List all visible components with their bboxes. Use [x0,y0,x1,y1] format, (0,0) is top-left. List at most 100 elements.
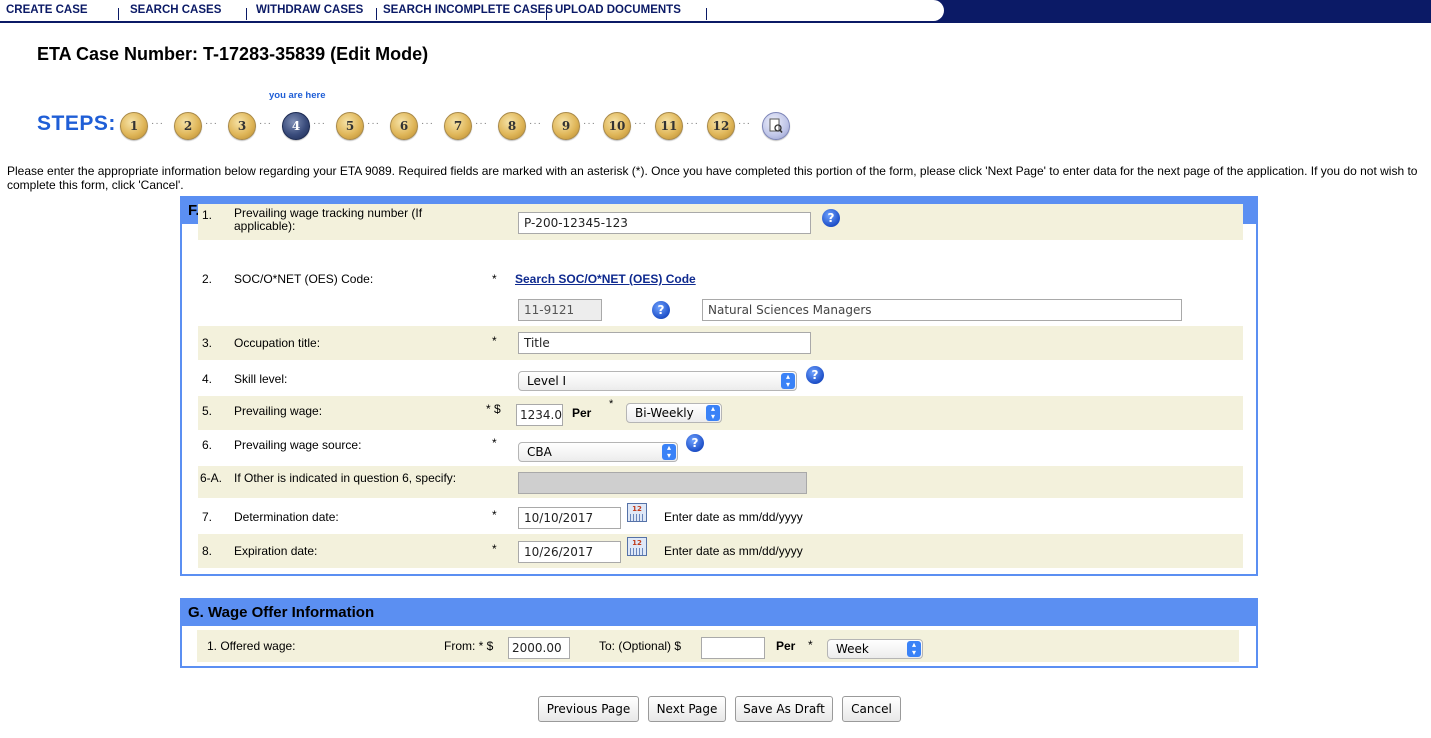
per-label: Per [572,406,592,420]
step-connector: ··· [313,118,326,129]
prevailing-wage-input[interactable]: 1234.0 [516,404,563,426]
calendar-icon[interactable]: 12 [627,503,647,522]
soc-code-label: SOC/O*NET (OES) Code: [234,272,374,286]
next-page-button[interactable]: Next Page [648,696,726,722]
wage-source-label: Prevailing wage source: [234,438,362,452]
you-are-here-label: you are here [269,90,326,101]
skill-level-label: Skill level: [234,372,288,386]
row-determination-date: 7. Determination date: * 10/10/2017 12 E… [198,500,1243,534]
row-other-source: 6-A. If Other is indicated in question 6… [198,466,1243,498]
step-8-button[interactable]: 8 [498,112,526,140]
offer-period-select[interactable]: Week ▴ ▾ [827,639,923,659]
step-connector: ··· [151,118,164,129]
nav-create-case[interactable]: CREATE CASE [6,4,88,16]
question-number: 2. [202,272,213,286]
help-icon[interactable]: ? [686,434,704,452]
expiration-date-input[interactable]: 10/26/2017 [518,541,621,563]
step-2-button[interactable]: 2 [174,112,202,140]
question-number: 4. [202,372,213,386]
determination-date-input[interactable]: 10/10/2017 [518,507,621,529]
required-asterisk: * [492,272,497,286]
step-7-button[interactable]: 7 [444,112,472,140]
instructions-text: Please enter the appropriate information… [7,164,1418,192]
occupation-title-input[interactable]: Title [518,332,811,354]
nav-separator [246,8,247,20]
wage-period-value: Bi-Weekly [635,406,694,420]
step-10-button[interactable]: 10 [603,112,631,140]
soc-code-field: 11-9121 [518,299,602,321]
skill-level-select[interactable]: Level I ▴ ▾ [518,371,797,391]
top-navigation-bar: CREATE CASE SEARCH CASES WITHDRAW CASES … [0,0,1431,23]
step-connector: ··· [634,118,647,129]
step-connector: ··· [529,118,542,129]
wage-to-label: To: (Optional) $ [599,639,682,653]
step-connector: ··· [738,118,751,129]
help-icon[interactable]: ? [822,209,840,227]
date-format-hint: Enter date as mm/dd/yyyy [664,544,803,558]
step-3-button[interactable]: 3 [228,112,256,140]
row-tracking-number: 1. Prevailing wage tracking number (If a… [198,204,1243,240]
step-11-button[interactable]: 11 [655,112,683,140]
steps-label: STEPS: [37,112,116,135]
question-number: 6. [202,438,213,452]
step-connector: ··· [259,118,272,129]
step-1-button[interactable]: 1 [120,112,148,140]
step-connector: ··· [421,118,434,129]
chevron-up-down-icon: ▴ ▾ [781,373,795,389]
date-format-hint: Enter date as mm/dd/yyyy [664,510,803,524]
tracking-number-label: Prevailing wage tracking number (If appl… [234,206,423,233]
help-icon[interactable]: ? [806,366,824,384]
section-g-panel: G. Wage Offer Information 1. Offered wag… [180,598,1258,668]
question-number: 1. [202,208,213,222]
prevailing-wage-label: Prevailing wage: [234,404,323,418]
step-connector: ··· [367,118,380,129]
cancel-button[interactable]: Cancel [842,696,901,722]
step-4-current[interactable]: 4 [282,112,310,140]
row-soc-code: 2. SOC/O*NET (OES) Code: * Search SOC/O*… [198,240,1243,322]
question-number: 8. [202,544,213,558]
step-12-button[interactable]: 12 [707,112,735,140]
occupation-code-title-field: Natural Sciences Managers [702,299,1182,321]
other-source-input[interactable] [518,472,807,494]
nav-search-incomplete-cases[interactable]: SEARCH INCOMPLETE CASES [383,4,553,16]
step-9-button[interactable]: 9 [552,112,580,140]
skill-level-value: Level I [527,374,567,388]
tracking-number-input[interactable]: P-200-12345-123 [518,212,811,234]
required-asterisk: * [808,638,813,652]
expiration-date-label: Expiration date: [234,544,318,558]
previous-page-button[interactable]: Previous Page [538,696,639,722]
required-asterisk: * [492,542,497,556]
step-6-button[interactable]: 6 [390,112,418,140]
review-document-icon[interactable] [762,112,790,140]
search-soc-code-link[interactable]: Search SOC/O*NET (OES) Code [515,272,696,286]
step-5-button[interactable]: 5 [336,112,364,140]
nav-upload-documents[interactable]: UPLOAD DOCUMENTS [555,4,681,16]
step-connector: ··· [205,118,218,129]
save-as-draft-button[interactable]: Save As Draft [735,696,833,722]
required-asterisk: * [609,398,614,410]
step-connector: ··· [686,118,699,129]
nav-withdraw-cases[interactable]: WITHDRAW CASES [256,4,363,16]
step-connector: ··· [475,118,488,129]
section-f-panel: F. Prevailing Wage Information (as provi… [180,196,1258,576]
row-offered-wage: 1. Offered wage: From: * $ 2000.00 To: (… [197,630,1239,662]
page-title: ETA Case Number: T-17283-35839 (Edit Mod… [37,44,429,64]
calendar-icon[interactable]: 12 [627,537,647,556]
nav-separator [118,8,119,20]
row-skill-level: 4. Skill level: Level I ▴ ▾ ? [198,362,1243,396]
help-icon[interactable]: ? [652,301,670,319]
wage-period-select[interactable]: Bi-Weekly ▴ ▾ [626,403,722,423]
wage-from-input[interactable]: 2000.00 [508,637,570,659]
required-asterisk: * [492,436,497,450]
per-label: Per [776,639,796,653]
step-connector: ··· [583,118,596,129]
required-asterisk: * [492,508,497,522]
question-number: 7. [202,510,213,524]
question-number: 6-A. [200,471,223,485]
chevron-up-down-icon: ▴ ▾ [662,444,676,460]
row-expiration-date: 8. Expiration date: * 10/26/2017 12 Ente… [198,534,1243,568]
wage-to-input[interactable] [701,637,765,659]
nav-search-cases[interactable]: SEARCH CASES [130,4,221,16]
question-number: 3. [202,336,213,350]
wage-source-select[interactable]: CBA ▴ ▾ [518,442,678,462]
